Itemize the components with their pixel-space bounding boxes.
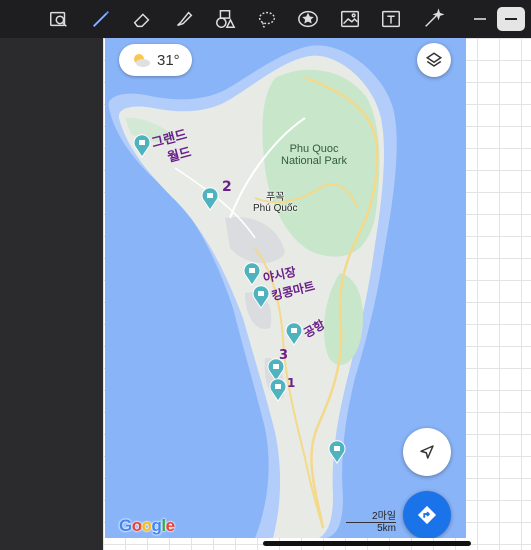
laser-pointer-icon[interactable]: [420, 6, 446, 32]
annotation-number-1: 1: [287, 376, 296, 390]
viewer-icon[interactable]: [46, 6, 72, 32]
scale-km: 5km: [377, 523, 396, 534]
image-icon[interactable]: [337, 6, 363, 32]
lasso-icon[interactable]: [254, 6, 280, 32]
sticker-icon[interactable]: [295, 6, 321, 32]
map-pin[interactable]: [269, 378, 287, 402]
dash-icon: [505, 18, 517, 20]
park-label-line2: National Park: [281, 155, 348, 167]
collapse-toolbar-button[interactable]: [497, 7, 525, 31]
map-pin[interactable]: [328, 440, 346, 464]
temperature-label: 31°: [157, 51, 180, 69]
annotation-number-2: 2: [222, 179, 232, 195]
page-sidebar: [0, 38, 103, 550]
scale-miles: 2마일: [372, 511, 396, 522]
map-pin[interactable]: [133, 134, 151, 158]
google-logo: Google: [119, 516, 175, 535]
navigation-arrow-icon: [420, 445, 434, 459]
home-indicator[interactable]: [263, 541, 471, 546]
town-label-latin: Phú Quốc: [253, 203, 298, 214]
map-screenshot[interactable]: 31° Phu Quoc National Park 푸꼭 Phú Quốc 그…: [105, 38, 466, 538]
shapes-icon[interactable]: [212, 6, 238, 32]
park-label-line1: Phu Quoc: [289, 143, 339, 155]
highlighter-icon[interactable]: [171, 6, 197, 32]
map-scale: 2마일 5km: [346, 507, 396, 534]
app-toolbar: [0, 0, 531, 38]
town-label-korean: 푸꼭: [266, 192, 285, 203]
partly-cloudy-icon: [134, 54, 150, 67]
my-location-button[interactable]: [403, 428, 451, 476]
map-pin[interactable]: [201, 187, 219, 211]
annotation-number-3: 3: [279, 348, 289, 363]
directions-icon: [417, 505, 437, 525]
text-icon[interactable]: [378, 6, 404, 32]
layers-button[interactable]: [417, 43, 451, 77]
map-pin[interactable]: [252, 285, 270, 309]
park-label: Phu Quoc National Park: [281, 143, 347, 167]
pen-icon[interactable]: [88, 6, 114, 32]
eraser-icon[interactable]: [129, 6, 155, 32]
directions-button[interactable]: [403, 491, 451, 538]
minimize-button[interactable]: [466, 7, 494, 31]
town-label: 푸꼭 Phú Quốc: [253, 188, 297, 214]
layers-icon: [425, 52, 443, 67]
weather-chip[interactable]: 31°: [119, 44, 192, 76]
minus-icon: [474, 18, 486, 20]
map-pin[interactable]: [243, 262, 261, 286]
